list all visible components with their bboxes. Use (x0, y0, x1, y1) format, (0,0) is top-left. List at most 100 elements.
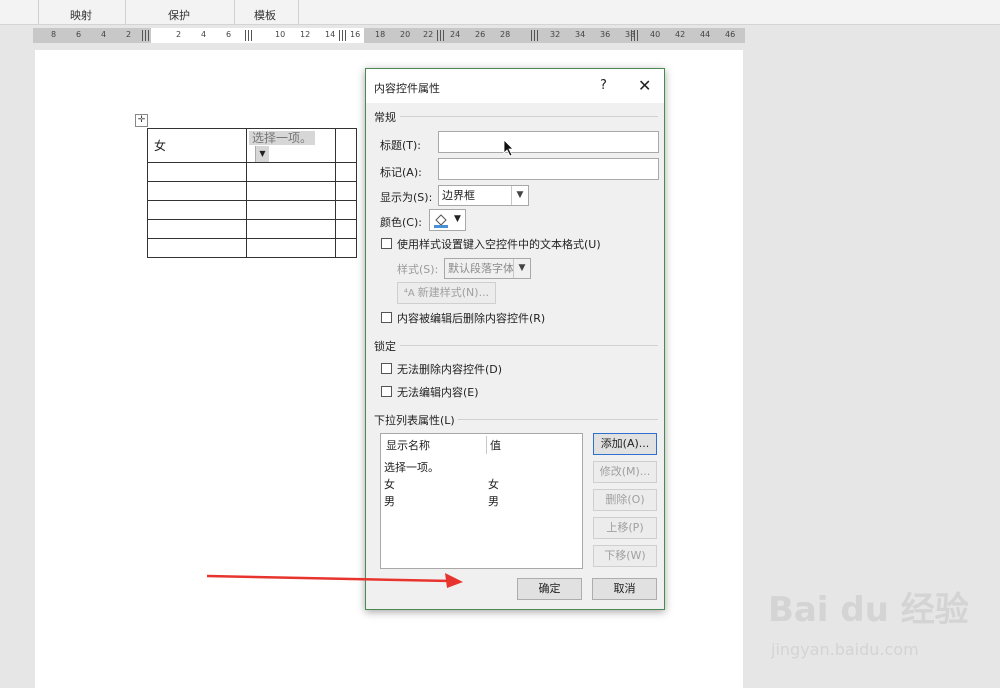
table-cell[interactable]: 女 (147, 128, 247, 163)
ruler-tick: 2 (126, 30, 132, 39)
table-cell[interactable] (246, 181, 336, 201)
content-control-properties-dialog: 内容控件属性 ? ✕ 常规 标题(T): 标记(A): 显示为(S): 边界框 … (365, 68, 665, 610)
ruler-column-marker[interactable] (339, 30, 347, 41)
help-button[interactable]: ? (600, 78, 607, 93)
dropdown-list-box[interactable]: 显示名称 值 选择一项。 女 女 男 男 (380, 433, 583, 569)
table-row (147, 200, 357, 220)
table-row (147, 162, 357, 182)
ruler-tick: 24 (450, 30, 461, 39)
ruler-tick: 28 (500, 30, 511, 39)
ruler-tick: 20 (400, 30, 411, 39)
add-button[interactable]: 添加(A)... (593, 433, 657, 455)
use-style-checkbox[interactable] (381, 238, 392, 249)
ribbon-group-template[interactable]: 模板 (234, 0, 299, 24)
ruler-tick: 26 (475, 30, 486, 39)
show-as-value: 边界框 (442, 189, 475, 202)
table-cell[interactable] (246, 162, 336, 182)
close-icon[interactable]: ✕ (638, 76, 651, 95)
horizontal-ruler[interactable]: 8 6 4 2 2 4 6 10 12 14 16 18 20 22 24 26… (33, 28, 745, 43)
ruler-column-marker[interactable] (142, 30, 150, 41)
cannot-delete-checkbox[interactable] (381, 363, 392, 374)
ribbon-group-label: 保护 (168, 9, 190, 22)
cell-text: 女 (154, 139, 167, 153)
paint-bucket-icon (434, 214, 448, 228)
table-row (147, 181, 357, 201)
remove-when-edited-checkbox[interactable] (381, 312, 392, 323)
column-header-display-name[interactable]: 显示名称 (386, 437, 430, 453)
modify-button[interactable]: 修改(M)... (593, 461, 657, 483)
use-style-label: 使用样式设置键入空控件中的文本格式(U) (397, 238, 601, 251)
color-label: 颜色(C): (380, 216, 422, 229)
column-header-value[interactable]: 值 (490, 437, 501, 453)
list-item-display[interactable]: 选择一项。 (384, 459, 439, 475)
table-cell[interactable] (147, 181, 247, 201)
dropdown-arrow-icon[interactable]: ▼ (255, 146, 269, 162)
ruler-tick: 4 (101, 30, 107, 39)
ruler-tick: 16 (350, 30, 361, 39)
ok-button[interactable]: 确定 (517, 578, 582, 600)
dialog-title: 内容控件属性 (374, 82, 440, 95)
table-cell[interactable] (147, 238, 247, 258)
table-cell[interactable] (335, 200, 357, 220)
table-cell[interactable] (246, 238, 336, 258)
chevron-down-icon: ▼ (513, 259, 530, 278)
style-select[interactable]: 默认段落字体 ▼ (444, 258, 531, 279)
cannot-delete-label: 无法删除内容控件(D) (397, 363, 503, 376)
table-row (147, 238, 357, 258)
list-item-value[interactable]: 男 (488, 493, 499, 509)
cancel-button[interactable]: 取消 (592, 578, 657, 600)
ruler-column-marker[interactable] (437, 30, 445, 41)
ruler-tick: 12 (300, 30, 311, 39)
table-cell[interactable] (147, 219, 247, 239)
list-item-value[interactable]: 女 (488, 476, 499, 492)
ruler-tick: 34 (575, 30, 586, 39)
new-style-icon: ⁴A (403, 288, 415, 299)
table-cell[interactable] (147, 162, 247, 182)
ruler-column-marker[interactable] (531, 30, 539, 41)
remove-when-edited-label: 内容被编辑后删除内容控件(R) (397, 312, 546, 325)
chevron-down-icon: ▼ (511, 186, 528, 205)
dialog-title-bar[interactable]: 内容控件属性 ? ✕ (366, 69, 664, 103)
ruler-column-marker[interactable] (245, 30, 253, 41)
move-up-button[interactable]: 上移(P) (593, 517, 657, 539)
annotation-arrow-icon (206, 573, 463, 588)
cannot-edit-checkbox[interactable] (381, 386, 392, 397)
ruler-tick: 10 (275, 30, 286, 39)
table-cell[interactable] (335, 181, 357, 201)
table-cell[interactable] (246, 200, 336, 220)
table-cell[interactable] (335, 219, 357, 239)
ribbon-group-protect[interactable]: 保护 (125, 0, 235, 24)
table-cell[interactable] (335, 128, 357, 163)
table-cell[interactable] (246, 219, 336, 239)
ribbon: 映射 保护 模板 (0, 0, 1000, 25)
tag-input[interactable] (438, 158, 659, 180)
list-item-display[interactable]: 男 (384, 493, 395, 509)
dropdown-content-control[interactable]: 选择一项。 (249, 131, 316, 145)
move-down-button[interactable]: 下移(W) (593, 545, 657, 567)
ribbon-group-edge (0, 0, 39, 24)
delete-button[interactable]: 删除(O) (593, 489, 657, 511)
title-input[interactable] (438, 131, 659, 153)
table-move-handle-icon[interactable]: ✛ (135, 114, 148, 127)
mouse-cursor-icon (503, 139, 514, 157)
style-value: 默认段落字体 (448, 262, 514, 275)
ruler-tick: 6 (76, 30, 82, 39)
table-cell[interactable] (147, 200, 247, 220)
new-style-button[interactable]: ⁴A 新建样式(N)... (397, 282, 496, 304)
show-as-select[interactable]: 边界框 ▼ (438, 185, 529, 206)
ribbon-group-mapping[interactable]: 映射 (38, 0, 126, 24)
table-cell[interactable]: 选择一项。▼ (246, 128, 336, 163)
table-cell[interactable] (335, 238, 357, 258)
title-label: 标题(T): (380, 139, 422, 152)
table-cell[interactable] (335, 162, 357, 182)
ruler-column-marker[interactable] (631, 30, 639, 41)
table-row: 女 选择一项。▼ (147, 128, 357, 163)
document-table[interactable]: 女 选择一项。▼ (147, 128, 357, 258)
ruler-tick: 14 (325, 30, 336, 39)
list-item-display[interactable]: 女 (384, 476, 395, 492)
watermark-brand: Bai du 经验 (768, 590, 969, 630)
style-label: 样式(S): (397, 263, 439, 276)
color-picker-button[interactable]: ▼ (429, 209, 466, 231)
ruler-tick: 4 (201, 30, 207, 39)
section-divider (458, 419, 658, 420)
